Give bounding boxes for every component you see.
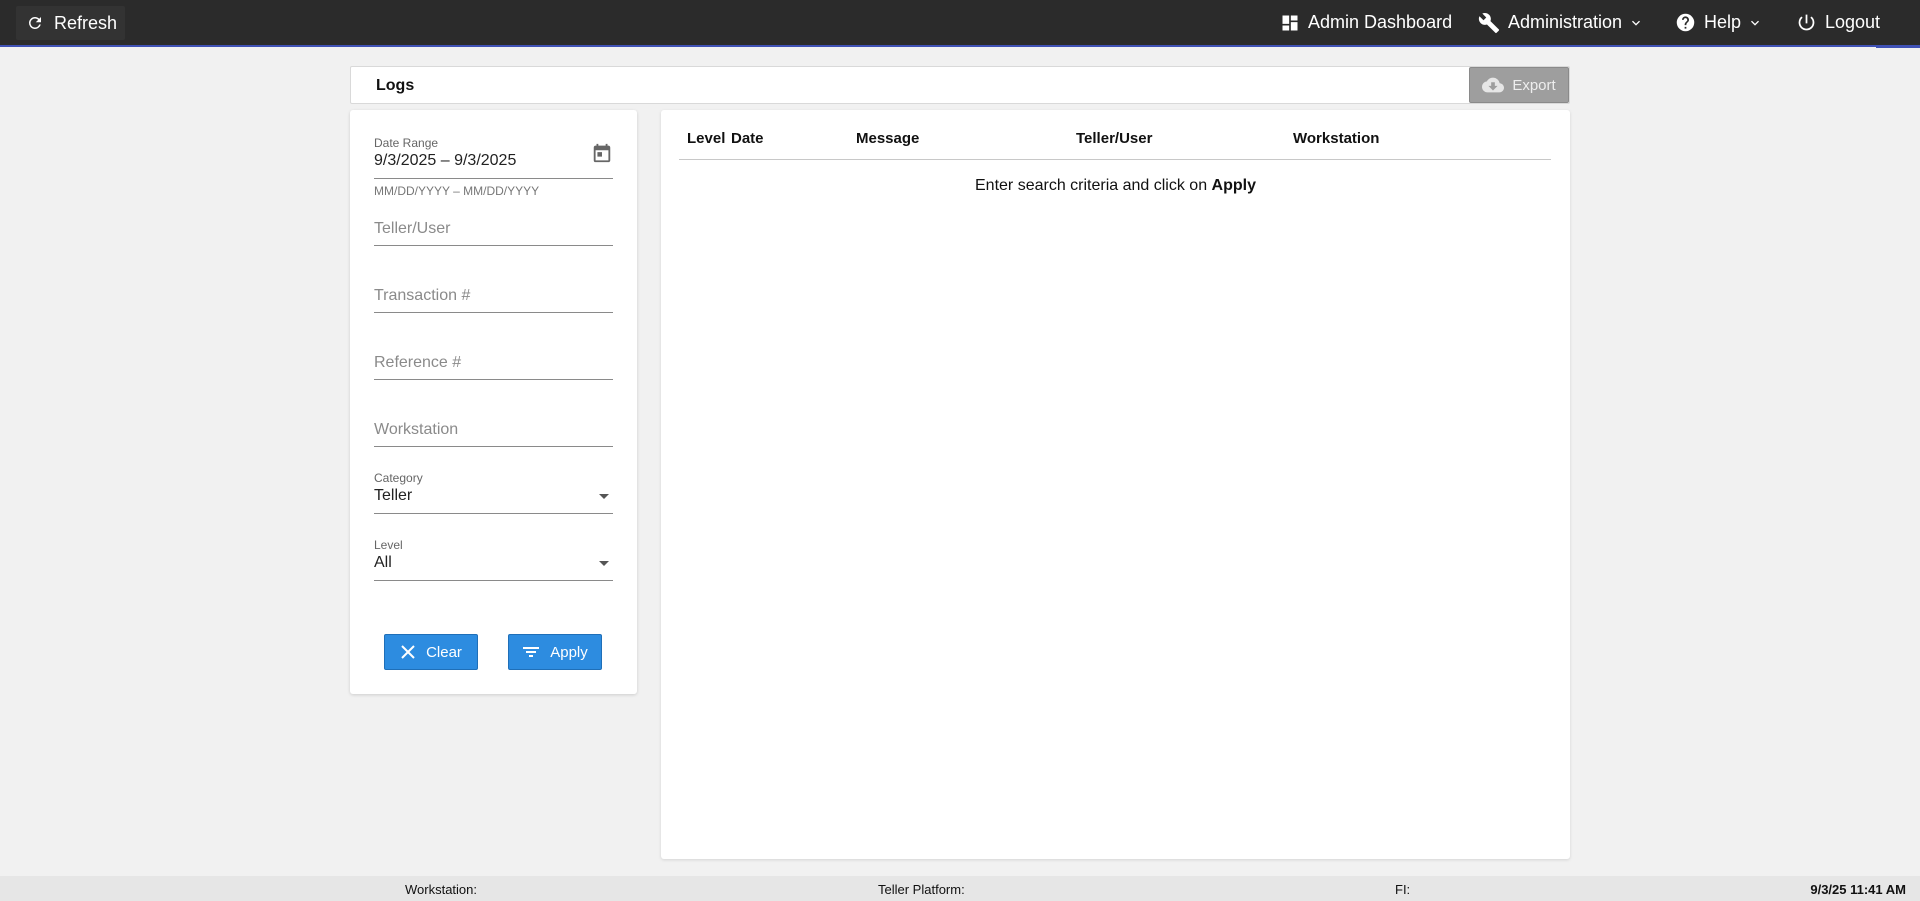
empty-state-action: Apply xyxy=(1211,177,1256,194)
wrench-icon xyxy=(1478,12,1500,33)
help-menu[interactable]: Help xyxy=(1675,0,1763,45)
level-select[interactable]: Level All xyxy=(374,538,613,581)
cloud-download-icon xyxy=(1482,77,1505,93)
chevron-down-icon xyxy=(1751,20,1760,26)
teller-user-placeholder: Teller/User xyxy=(374,220,451,237)
empty-state-message: Enter search criteria and click on Apply xyxy=(661,177,1570,195)
column-header-level[interactable]: Level xyxy=(687,130,725,147)
category-value: Teller xyxy=(374,487,413,504)
help-label: Help xyxy=(1704,12,1742,32)
reference-number-input[interactable]: Reference # xyxy=(374,354,613,380)
column-header-message[interactable]: Message xyxy=(856,130,919,147)
logout-label: Logout xyxy=(1825,12,1881,32)
category-select[interactable]: Category Teller xyxy=(374,471,613,514)
apply-label: Apply xyxy=(550,643,588,661)
column-header-teller-user[interactable]: Teller/User xyxy=(1076,130,1152,147)
administration-menu[interactable]: Administration xyxy=(1478,0,1644,45)
logout-button[interactable]: Logout xyxy=(1796,0,1880,45)
clear-label: Clear xyxy=(426,643,462,661)
filter-panel: Date Range 9/3/2025 – 9/3/2025 MM/DD/YYY… xyxy=(350,110,637,694)
date-range-field[interactable]: Date Range 9/3/2025 – 9/3/2025 xyxy=(374,136,613,179)
empty-state-prefix: Enter search criteria and click on xyxy=(975,177,1212,194)
date-range-value: 9/3/2025 – 9/3/2025 xyxy=(374,152,517,169)
dropdown-arrow-icon xyxy=(599,561,609,566)
dashboard-icon xyxy=(1282,15,1298,30)
nav-accent-marker xyxy=(1876,45,1920,48)
transaction-number-input[interactable]: Transaction # xyxy=(374,287,613,313)
export-button[interactable]: Export xyxy=(1469,67,1569,103)
workstation-placeholder: Workstation xyxy=(374,421,459,438)
results-panel: Level Date Message Teller/User Workstati… xyxy=(661,110,1570,859)
level-value: All xyxy=(374,554,392,571)
chevron-down-icon xyxy=(1632,20,1641,26)
level-label: Level xyxy=(374,538,403,552)
admin-dashboard-label: Admin Dashboard xyxy=(1308,12,1453,32)
close-icon xyxy=(401,645,415,659)
clear-button[interactable]: Clear xyxy=(384,634,478,670)
top-nav-bar: Refresh Admin Dashboard Administration H… xyxy=(0,0,1920,45)
workstation-input[interactable]: Workstation xyxy=(374,421,613,447)
power-icon xyxy=(1798,14,1815,31)
date-range-label: Date Range xyxy=(374,136,439,150)
admin-dashboard-link[interactable]: Admin Dashboard xyxy=(1280,0,1452,45)
calendar-icon[interactable] xyxy=(591,142,613,164)
page-title: Logs xyxy=(376,77,415,94)
category-label: Category xyxy=(374,471,423,485)
status-fi: FI: xyxy=(1395,882,1411,897)
results-table-header: Level Date Message Teller/User Workstati… xyxy=(679,110,1551,160)
status-workstation: Workstation: xyxy=(405,882,478,897)
reference-placeholder: Reference # xyxy=(374,354,462,371)
transaction-placeholder: Transaction # xyxy=(374,287,471,304)
status-teller-platform: Teller Platform: xyxy=(878,882,965,897)
nav-accent-line xyxy=(0,45,1920,47)
dropdown-arrow-icon xyxy=(599,494,609,499)
logs-header-card: Logs Export xyxy=(350,66,1570,104)
refresh-icon xyxy=(28,16,41,29)
status-bar: Workstation: Teller Platform: FI: 9/3/25… xyxy=(0,876,1920,901)
refresh-label: Refresh xyxy=(54,12,118,33)
date-range-hint: MM/DD/YYYY – MM/DD/YYYY xyxy=(374,184,540,198)
filter-icon xyxy=(523,647,540,657)
column-header-date[interactable]: Date xyxy=(731,130,764,147)
status-datetime: 9/3/25 11:41 AM xyxy=(1810,882,1906,897)
export-label: Export xyxy=(1512,76,1556,94)
column-header-workstation[interactable]: Workstation xyxy=(1293,130,1379,147)
help-circle-icon xyxy=(1676,13,1695,32)
refresh-button[interactable]: Refresh xyxy=(16,6,126,40)
administration-label: Administration xyxy=(1508,12,1623,32)
apply-button[interactable]: Apply xyxy=(508,634,602,670)
teller-user-input[interactable]: Teller/User xyxy=(374,220,613,246)
